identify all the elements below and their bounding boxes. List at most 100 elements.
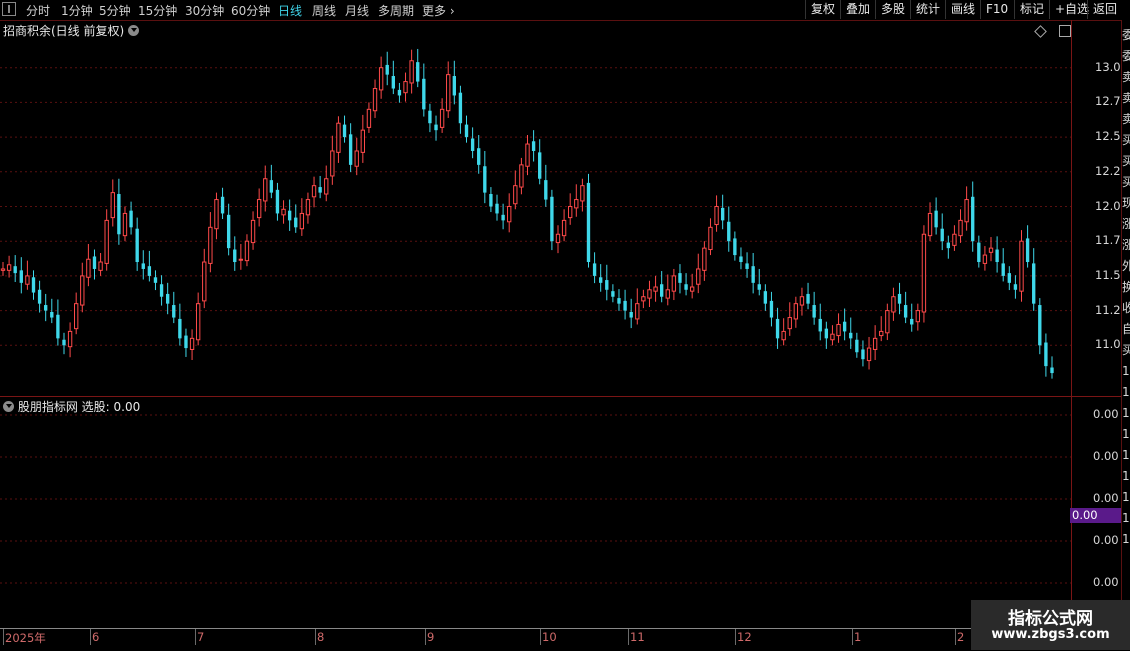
- indicator-value-badge: 0.00: [1070, 508, 1121, 523]
- candle-body: [689, 286, 695, 292]
- candle-body: [763, 291, 768, 304]
- back-button[interactable]: 返回: [1087, 0, 1121, 19]
- period-tab-weekly[interactable]: 周线: [312, 2, 336, 19]
- candle-body: [220, 196, 225, 214]
- candle-body: [360, 129, 366, 153]
- candle-body: [855, 339, 859, 353]
- candle-body: [495, 203, 499, 214]
- indicator-pane[interactable]: [0, 397, 1071, 627]
- candle-body: [366, 108, 372, 128]
- candle-body: [988, 247, 994, 253]
- quote-strip-char: 涨: [1122, 215, 1130, 233]
- period-tab-30min[interactable]: 30分钟: [185, 2, 224, 19]
- candle-body: [733, 238, 737, 256]
- candle-body: [86, 258, 91, 278]
- period-tab-15min[interactable]: 15分钟: [138, 2, 177, 19]
- quote-strip-char: 换: [1122, 278, 1130, 296]
- f10-button[interactable]: F10: [980, 0, 1014, 19]
- candle-body: [946, 242, 950, 249]
- candle-body: [629, 311, 633, 318]
- candle-body: [1025, 238, 1030, 263]
- candle-body: [739, 256, 743, 263]
- date-separator: [425, 629, 426, 645]
- candle-body: [513, 185, 518, 205]
- candle-body: [708, 226, 713, 251]
- quote-strip-char: 1: [1122, 469, 1130, 483]
- candle-body: [1007, 273, 1011, 283]
- overlay-button[interactable]: 叠加: [840, 0, 875, 19]
- candle-body: [903, 305, 908, 318]
- date-separator: [195, 629, 196, 645]
- candle-body: [92, 256, 97, 269]
- candle-body: [122, 212, 128, 237]
- candle-body: [812, 305, 816, 318]
- date-label: 2025年: [5, 631, 46, 645]
- indicator-tick-label: 0.00: [1093, 533, 1119, 547]
- candle-body: [568, 206, 573, 219]
- candle-body: [256, 199, 262, 219]
- draw-line-button[interactable]: 画线: [945, 0, 980, 19]
- candle-body: [439, 108, 445, 128]
- candle-body: [1019, 240, 1024, 292]
- quote-strip-char: 买: [1122, 173, 1130, 191]
- date-separator: [315, 629, 316, 645]
- quote-strip-char: 买: [1122, 341, 1130, 359]
- candle-body: [678, 273, 682, 283]
- quote-strip-char: 卖: [1122, 110, 1130, 128]
- candle-body: [849, 332, 853, 339]
- candle-body: [561, 219, 567, 237]
- add-watchlist-button[interactable]: +自选: [1049, 0, 1089, 19]
- candle-body: [416, 62, 420, 82]
- candle-body: [74, 303, 79, 330]
- candle-body: [720, 207, 725, 221]
- candle-body: [269, 180, 274, 193]
- candle-body: [544, 180, 548, 200]
- period-tab-5min[interactable]: 5分钟: [99, 2, 131, 19]
- candle-body: [806, 293, 810, 304]
- candle-body: [452, 76, 456, 96]
- period-tab-timeshare[interactable]: 分时: [26, 2, 50, 19]
- indicator-tick-label: 0.00: [1093, 575, 1119, 589]
- candle-body: [781, 330, 786, 341]
- multi-stock-button[interactable]: 多股: [875, 0, 910, 19]
- candle-body: [0, 268, 6, 271]
- candle-body: [550, 196, 554, 242]
- restore-rights-button[interactable]: 复权: [805, 0, 840, 19]
- candle-body: [110, 192, 115, 219]
- period-tab-monthly[interactable]: 月线: [345, 2, 369, 19]
- period-tab-1min[interactable]: 1分钟: [61, 2, 93, 19]
- period-tab-multi[interactable]: 多周期: [378, 2, 414, 19]
- period-tab-more[interactable]: 更多 ›: [422, 2, 455, 19]
- quote-strip-char: 1: [1122, 448, 1130, 462]
- quote-strip-char: 买: [1122, 131, 1130, 149]
- candle-body: [623, 300, 627, 311]
- candle-body: [507, 206, 512, 223]
- candle-body: [354, 150, 359, 167]
- candle-body: [25, 275, 30, 285]
- quote-strip-char: 涨: [1122, 236, 1130, 254]
- candle-body: [671, 275, 677, 292]
- quote-strip-char: 1: [1122, 364, 1130, 378]
- candle-body: [202, 261, 207, 302]
- quote-strip-char: 1: [1122, 427, 1130, 441]
- candle-body: [927, 212, 933, 237]
- candle-body: [287, 210, 292, 221]
- candle-body: [501, 214, 505, 221]
- statistics-button[interactable]: 统计: [910, 0, 945, 19]
- layout-toggle-icon[interactable]: [2, 2, 16, 16]
- period-tab-60min[interactable]: 60分钟: [231, 2, 270, 19]
- candle-body: [318, 187, 322, 193]
- candle-body: [489, 194, 493, 207]
- candle-body: [104, 219, 109, 264]
- quote-strip-char: 1: [1122, 511, 1130, 525]
- mark-button[interactable]: 标记: [1014, 0, 1049, 19]
- candle-body: [866, 347, 872, 362]
- candle-body: [611, 291, 615, 297]
- date-label: 8: [317, 630, 325, 644]
- candlestick-chart[interactable]: [0, 20, 1071, 396]
- candle-body: [818, 318, 822, 332]
- period-tab-daily[interactable]: 日线: [278, 2, 302, 19]
- candle-body: [769, 300, 774, 318]
- quote-strip-char: 1: [1122, 385, 1130, 399]
- candle-body: [98, 261, 103, 271]
